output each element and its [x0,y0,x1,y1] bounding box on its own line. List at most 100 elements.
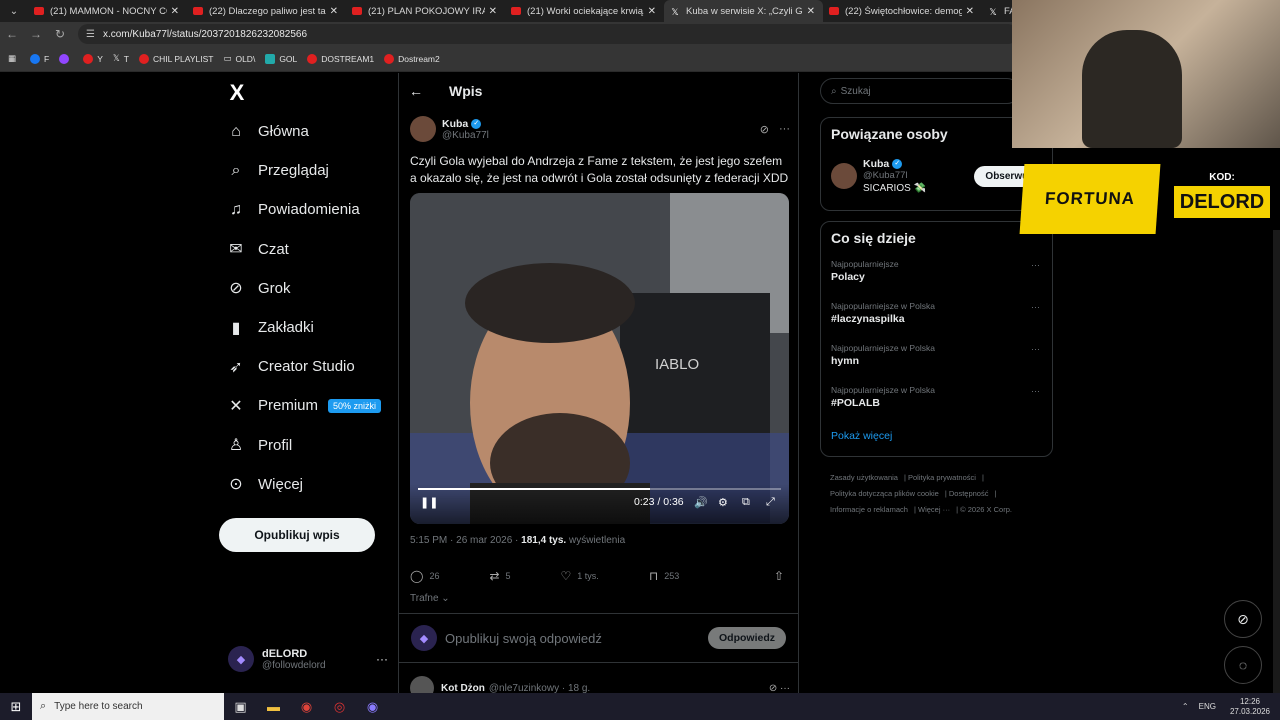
chat-bubble-icon[interactable]: ◌ [1224,646,1262,684]
chrome-icon[interactable]: ◉ [290,699,323,715]
related-person[interactable]: Kuba ✓ @Kuba77l SICARIOS 💸 Obserwuj [821,150,1052,202]
footer-link[interactable]: Dostępność [949,489,989,498]
volume-icon[interactable]: 🔊 [694,496,708,509]
footer-link[interactable]: Polityka prywatności [908,473,976,482]
video-player[interactable]: IABLO ❚❚ 0:23 / 0:36 🔊 ⚙ ⧉ ⤢ [410,193,789,524]
search-input[interactable]: ⌕ Szukaj [820,78,1020,104]
trend-item[interactable]: Najpopularniejsze w Polska hymn ··· [821,338,1052,380]
page-scrollbar[interactable] [1273,230,1280,693]
reply-stat[interactable]: ◯ 26 [410,569,439,583]
sidebar-item-home[interactable]: ⌂ Główna [224,112,381,151]
sidebar-item-more[interactable]: ⊙ Więcej [224,465,381,504]
reply-author-name[interactable]: Kot Dżon [441,683,485,694]
video-progress-bar[interactable] [418,488,781,490]
author-name[interactable]: Kuba [442,118,468,130]
sidebar-item-profile[interactable]: ♙ Profil [224,426,381,465]
reload-icon[interactable]: ↻ [48,27,72,41]
sidebar-item-chat[interactable]: ✉ Czat [224,230,381,269]
reply-input[interactable]: Opublikuj swoją odpowiedź [445,631,602,646]
bookmark-t[interactable]: 𝕏T [113,53,129,64]
forward-nav-icon[interactable]: → [24,27,48,41]
browser-tab[interactable]: 𝕏 Kuba w serwisie X: „Czyli G ✕ [664,0,823,22]
taskbar-search[interactable]: ⌕ Type here to search [32,693,224,720]
browser-tab[interactable]: (22) Dlaczego paliwo jest takie ✕ [187,0,346,22]
tab-title: Kuba w serwisie X: „Czyli G [686,5,803,17]
post-time[interactable]: 5:15 PM · 26 mar 2026 [410,535,512,546]
file-explorer-icon[interactable]: ▬ [257,699,290,714]
browser-tab[interactable]: (21) Worki ociekające krwią, a w ✕ [505,0,664,22]
app-icon[interactable]: ◎ [323,699,356,715]
sidebar-item-creator-studio[interactable]: ➶ Creator Studio [224,347,381,386]
trend-item[interactable]: Najpopularniejsze Polacy ··· [821,254,1052,296]
sidebar-item-premium[interactable]: ✕ Premium 50% zniżki [224,386,382,425]
close-tab-icon[interactable]: ✕ [807,6,815,17]
grok-fab-icon[interactable]: ⊘ [1224,600,1262,638]
trend-more-icon[interactable]: ··· [1031,386,1040,396]
settings-gear-icon[interactable]: ⚙ [718,496,728,509]
footer-link[interactable]: Zasady użytkowania [830,473,898,482]
windows-start-icon[interactable]: ⊞ [0,699,32,715]
share-icon[interactable]: ⇧ [774,569,790,583]
trend-more-icon[interactable]: ··· [1031,302,1040,312]
url-text: x.com/Kuba77l/status/2037201826232082566 [102,28,308,40]
close-tab-icon[interactable]: ✕ [171,6,179,17]
sidebar-item-grok[interactable]: ⊘ Grok [224,269,381,308]
browser-tab[interactable]: (21) MAMMON - NOCNY COUN ✕ [28,0,187,22]
show-more-link[interactable]: Pokaż więcej [821,422,1052,454]
url-field[interactable]: ☰ x.com/Kuba77l/status/20372018262320825… [78,24,1018,44]
apps-icon[interactable]: ▦ [8,53,16,64]
author-avatar[interactable] [410,116,436,142]
footer-link[interactable]: Informacje o reklamach [830,505,908,514]
bookmark-gol[interactable]: GOL [265,53,297,64]
footer-link[interactable]: Polityka dotycząca plików cookie [830,489,939,498]
bookmark-twitch[interactable] [59,53,73,64]
promo-code-label: KOD: [1209,172,1235,183]
browser-tab[interactable]: (22) Świętochłowice: demograf ✕ [823,0,982,22]
pause-icon[interactable]: ❚❚ [420,496,438,509]
pip-icon[interactable]: ⧉ [742,496,750,509]
sort-dropdown[interactable]: Trafne ⌄ [410,593,450,604]
account-more-icon[interactable]: ··· [376,652,388,666]
fullscreen-icon[interactable]: ⤢ [766,496,775,509]
author-handle[interactable]: @Kuba77l [442,130,489,141]
close-tab-icon[interactable]: ✕ [966,6,974,17]
bookmark-chil-playlist[interactable]: CHIL PLAYLIST [138,53,213,64]
tab-list-button[interactable]: ⌄ [0,0,28,22]
task-view-icon[interactable]: ▣ [224,699,257,715]
sidebar-item-notifications[interactable]: ♫ Powiadomienia [224,190,381,229]
language-indicator[interactable]: ENG [1199,702,1216,711]
clock[interactable]: 12:26 27.03.2026 [1230,697,1270,717]
bookmark-folder-old[interactable]: ▭ OLD\ [223,53,255,64]
reply-more-icon[interactable]: ⊘ ··· [769,683,790,694]
bookmark-f[interactable]: F [30,53,49,64]
bookmark-dostream2[interactable]: Dostream2 [384,53,440,64]
trend-more-icon[interactable]: ··· [1031,260,1040,270]
reply-button[interactable]: Odpowiedz [708,627,786,649]
trend-more-icon[interactable]: ··· [1031,344,1040,354]
close-tab-icon[interactable]: ✕ [330,6,338,17]
bookmark-stat[interactable]: ⊓ 253 [649,569,679,583]
bookmark-y[interactable]: Y [83,53,103,64]
tray-chevron-icon[interactable]: ⌃ [1182,702,1189,711]
site-info-icon[interactable]: ☰ [86,29,95,40]
repost-stat[interactable]: ⇄ 5 [489,569,510,583]
x-favicon-icon: 𝕏 [989,7,997,17]
browser-tab[interactable]: (21) PLAN POKOJOWY IRAN-U ✕ [346,0,505,22]
close-tab-icon[interactable]: ✕ [489,6,497,17]
x-logo-icon[interactable]: X [226,80,248,106]
account-switcher[interactable]: ◆ dELORD @followdelord ··· [228,646,388,672]
trend-item[interactable]: Najpopularniejsze w Polska #POLALB ··· [821,380,1052,422]
footer-link[interactable]: Więcej ··· [918,505,950,514]
like-stat[interactable]: ♡ 1 tys. [561,569,599,583]
sidebar-item-explore[interactable]: ⌕ Przeglądaj [224,151,381,190]
back-nav-icon[interactable]: ← [0,27,24,41]
post-button[interactable]: Opublikuj wpis [219,518,375,552]
post-more-icon[interactable]: ··· [779,123,790,136]
grok-explain-icon[interactable]: ⊘ [760,123,769,136]
sidebar-item-bookmarks[interactable]: ▮ Zakładki [224,308,381,347]
bookmark-dostream1[interactable]: DOSTREAM1 [307,53,374,64]
close-tab-icon[interactable]: ✕ [648,6,656,17]
trend-item[interactable]: Najpopularniejsze w Polska #laczynaspilka… [821,296,1052,338]
discord-icon[interactable]: ◉ [356,699,389,715]
back-arrow-icon[interactable]: ← [409,83,429,99]
